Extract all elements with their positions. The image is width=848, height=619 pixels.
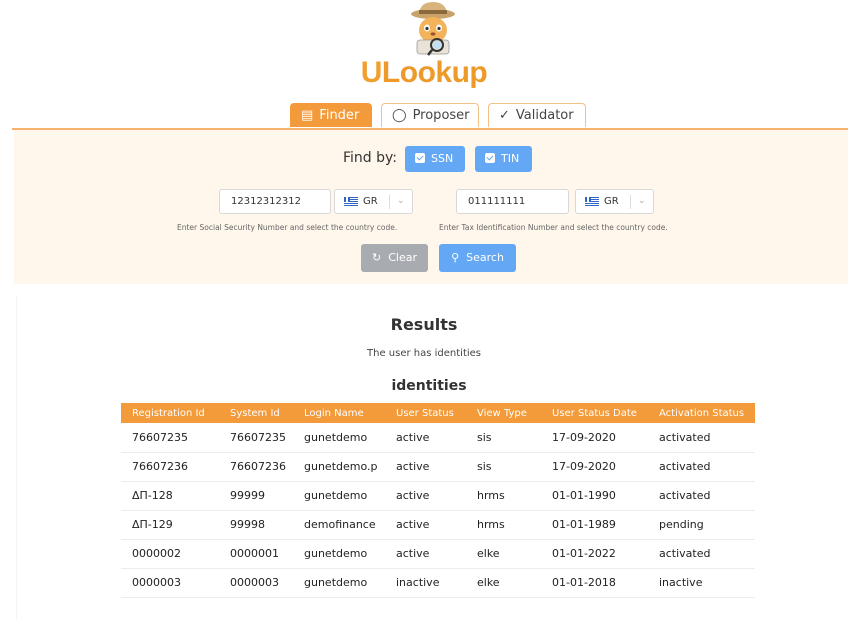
clear-button[interactable]: ↻ Clear xyxy=(361,244,428,272)
table-cell: elke xyxy=(477,576,500,589)
table-row: 0000002 0000001 gunetdemo active elke 01-01-2… xyxy=(121,539,755,568)
table-cell: 0000003 xyxy=(132,576,181,589)
table-cell: active xyxy=(396,460,430,473)
ssn-hint: Enter Social Security Number and select … xyxy=(177,223,398,232)
column-header: Activation Status xyxy=(659,407,745,419)
table-cell: gunetdemo xyxy=(304,576,368,589)
table-cell: activated xyxy=(659,430,711,444)
document-search-icon: ▤ xyxy=(301,108,314,123)
results-title: Results xyxy=(390,315,458,334)
table-cell: gunetdemo.p xyxy=(304,460,378,473)
table-cell: 0000001 xyxy=(230,547,279,560)
table-row: 0000003 0000003 gunetdemo inactive elke 01-01… xyxy=(121,568,755,597)
table-cell: hrms xyxy=(477,489,505,502)
badge-check-icon: ✓ xyxy=(499,108,510,123)
search-button[interactable]: ⚲ Search xyxy=(439,244,516,272)
table-cell: pending xyxy=(659,518,704,531)
column-header: Registration Id xyxy=(132,407,205,419)
table-cell: active xyxy=(396,489,430,502)
table-header-row: Registration Id System Id Login Name User S… xyxy=(121,403,755,423)
chevron-down-icon: ⌄ xyxy=(397,196,405,206)
table-cell: gunetdemo xyxy=(304,547,368,560)
identities-table: Registration Id System Id Login Name User S… xyxy=(121,403,755,598)
table-cell: activated xyxy=(659,489,711,502)
table-cell: active xyxy=(396,430,430,444)
results-message: The user has identities xyxy=(367,348,481,359)
table-cell: 0000002 xyxy=(132,547,181,560)
tin-checkbox[interactable]: TIN xyxy=(475,146,532,172)
table-row: 76607236 76607236 gunetdemo.p active sis 17-0… xyxy=(121,452,755,481)
lightbulb-icon: ◯ xyxy=(392,108,407,123)
table-cell: 76607235 xyxy=(132,430,188,444)
table-cell: activated xyxy=(659,460,711,473)
table-cell: elke xyxy=(477,547,500,560)
table-cell: 01-01-2018 xyxy=(552,576,616,589)
table-cell: demofinance xyxy=(304,518,376,531)
table-cell: 01-01-2022 xyxy=(552,547,616,560)
chevron-down-icon: ⌄ xyxy=(638,196,646,206)
table-cell: sis xyxy=(477,460,492,473)
find-by-label: Find by: xyxy=(343,150,398,166)
table-cell: 17-09-2020 xyxy=(552,460,616,473)
table-cell: gunetdemo xyxy=(304,430,368,444)
table-cell: 76607236 xyxy=(132,460,188,473)
ssn-input[interactable]: 12312312312 xyxy=(219,189,331,214)
table-cell: active xyxy=(396,547,430,560)
greece-flag-icon xyxy=(344,197,358,206)
search-icon: ⚲ xyxy=(451,251,460,264)
table-cell: 17-09-2020 xyxy=(552,430,616,444)
ssn-country-select[interactable]: GR ⌄ xyxy=(334,189,413,214)
column-header: User Status Date xyxy=(552,407,637,419)
table-cell: 76607236 xyxy=(230,460,286,473)
table-row: ΔΠ-129 99998 demofinance active hrms 01-01-19… xyxy=(121,510,755,539)
table-cell: 0000003 xyxy=(230,576,279,589)
column-header: Login Name xyxy=(304,407,364,419)
table-cell: activated xyxy=(659,547,711,560)
tab-bar: ▤ Finder ◯ Proposer ✓ Validator xyxy=(0,103,848,129)
table-cell: 99999 xyxy=(230,489,265,502)
table-cell: gunetdemo xyxy=(304,489,368,502)
table-cell: ΔΠ-129 xyxy=(132,518,173,531)
tin-hint: Enter Tax Identification Number and sele… xyxy=(439,223,668,232)
table-cell: 01-01-1989 xyxy=(552,518,616,531)
refresh-icon: ↻ xyxy=(372,251,382,264)
ssn-checkbox[interactable]: SSN xyxy=(405,146,465,172)
table-row: ΔΠ-128 99999 gunetdemo active hrms 01-01-1990… xyxy=(121,481,755,510)
column-header: User Status xyxy=(396,407,454,419)
table-cell: sis xyxy=(477,430,492,444)
checkbox-checked-icon xyxy=(415,153,425,163)
table-cell: active xyxy=(396,518,430,531)
table-cell: inactive xyxy=(396,576,440,589)
column-header: System Id xyxy=(230,407,280,419)
table-cell: ΔΠ-128 xyxy=(132,489,173,502)
tab-finder[interactable]: ▤ Finder xyxy=(290,103,372,127)
table-cell: inactive xyxy=(659,576,703,589)
column-header: View Type xyxy=(477,407,527,419)
checkbox-checked-icon xyxy=(485,153,495,163)
identities-title: identities xyxy=(391,378,467,394)
logo-wordmark: ULookup xyxy=(360,56,488,89)
tin-country-select[interactable]: GR ⌄ xyxy=(575,189,654,214)
tab-proposer[interactable]: ◯ Proposer xyxy=(381,103,479,127)
table-row: 76607235 76607235 gunetdemo active sis 17-09-… xyxy=(121,423,755,452)
tin-input[interactable]: 011111111 xyxy=(456,189,569,214)
table-cell: 99998 xyxy=(230,518,265,531)
table-cell: 01-01-1990 xyxy=(552,489,616,502)
app-logo: ULookup xyxy=(0,0,848,92)
detective-mascot-icon xyxy=(411,2,455,56)
table-body: 76607235 76607235 gunetdemo active sis 17-09-… xyxy=(121,423,755,597)
greece-flag-icon xyxy=(585,197,599,206)
table-cell: 76607235 xyxy=(230,430,286,444)
tab-validator[interactable]: ✓ Validator xyxy=(488,103,586,127)
table-cell: hrms xyxy=(477,518,505,531)
